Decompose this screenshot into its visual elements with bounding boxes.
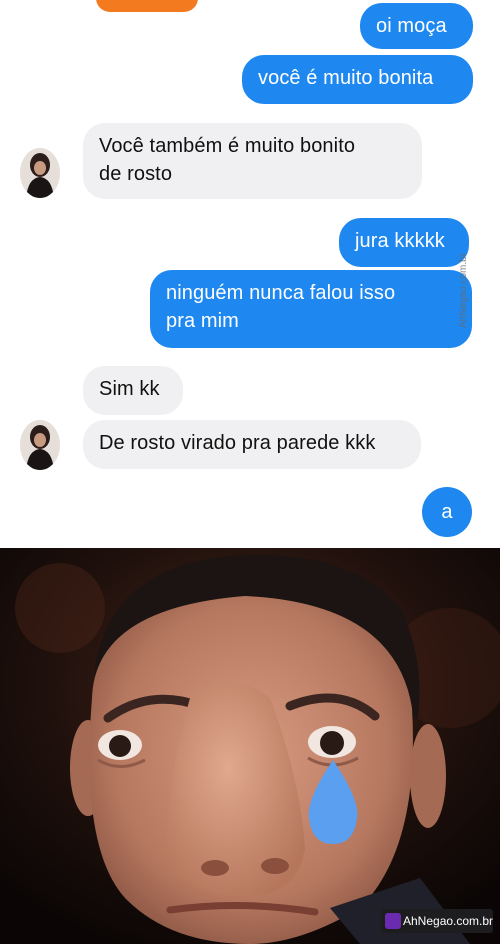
side-watermark: AhNegao.com.br xyxy=(458,252,469,328)
message-received-1[interactable]: Você também é muito bonito de rosto xyxy=(83,123,422,199)
message-text: Sim kk xyxy=(99,378,160,400)
message-received-3[interactable]: De rosto virado pra parede kkk xyxy=(83,420,421,469)
message-sent-4[interactable]: ninguém nunca falou isso pra mim xyxy=(150,270,472,348)
contact-avatar[interactable] xyxy=(20,420,60,470)
message-text: De rosto virado pra parede kkk xyxy=(99,432,376,454)
message-text: você é muito bonita xyxy=(258,67,434,89)
meme-image: AhNegao.com.br xyxy=(0,548,500,944)
message-sent-1[interactable]: oi moça xyxy=(360,3,473,49)
message-text-line: pra mim xyxy=(166,310,239,332)
chat-conversation: oi moça você é muito bonita Você também … xyxy=(0,0,500,548)
logo-mark-icon xyxy=(385,913,401,929)
footer-watermark: AhNegao.com.br xyxy=(381,909,493,933)
contact-photo-icon xyxy=(20,420,60,470)
footer-watermark-text: AhNegao.com.br xyxy=(403,914,494,928)
message-text-line: Você também é muito bonito xyxy=(99,135,356,157)
message-sent-5[interactable]: a xyxy=(422,487,472,537)
message-text: a xyxy=(441,501,453,523)
message-received-2[interactable]: Sim kk xyxy=(83,366,183,415)
crying-man-illustration xyxy=(0,548,500,944)
header-tab-edge xyxy=(96,0,198,12)
message-sent-2[interactable]: você é muito bonita xyxy=(242,55,473,104)
message-text: oi moça xyxy=(376,15,447,37)
message-text-line: de rosto xyxy=(99,163,173,185)
message-sent-3[interactable]: jura kkkkk xyxy=(339,218,469,267)
contact-avatar[interactable] xyxy=(20,148,60,198)
contact-photo-icon xyxy=(20,148,60,198)
message-text-line: ninguém nunca falou isso xyxy=(166,282,396,304)
message-text: jura kkkkk xyxy=(355,230,445,252)
